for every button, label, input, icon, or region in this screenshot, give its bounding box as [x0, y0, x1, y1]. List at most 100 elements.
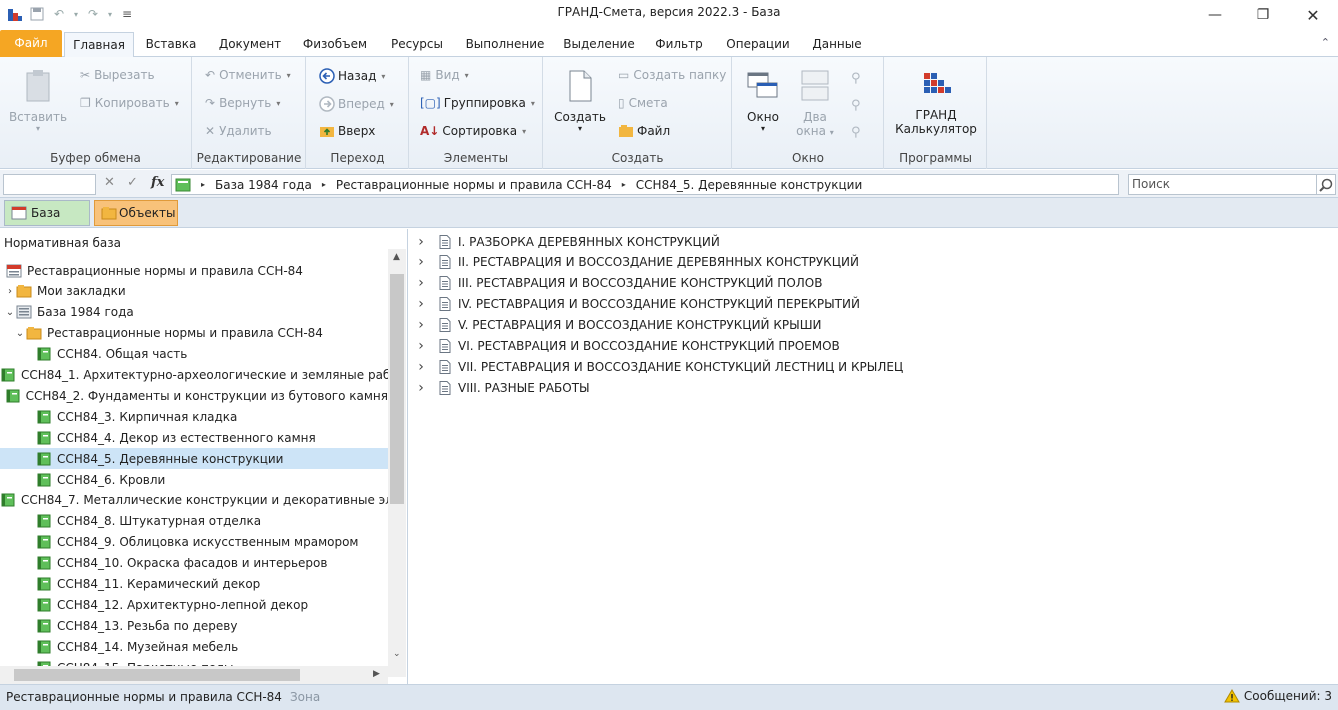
pin-icon[interactable]: ⚲ [851, 119, 861, 146]
section-row[interactable]: › VII. РЕСТАВРАЦИЯ И ВОССОЗДАНИЕ КОНСТУКЦ… [415, 356, 903, 377]
tree-item[interactable]: ССН84_3. Кирпичная кладка [0, 406, 388, 427]
section-row[interactable]: › VI. РЕСТАВРАЦИЯ И ВОССОЗДАНИЕ КОНСТРУКЦ… [415, 336, 840, 357]
tree-item[interactable]: › Мои закладки [0, 281, 388, 302]
tree-item-label: ССН84_3. Кирпичная кладка [57, 409, 238, 424]
breadcrumb-item[interactable]: ССН84_5. Деревянные конструкции [636, 178, 862, 192]
tab-objects[interactable]: Объекты [94, 200, 178, 226]
tab-document[interactable]: Документ [212, 32, 288, 57]
expand-toggle-icon[interactable]: › [415, 338, 427, 354]
grand-calculator-button[interactable]: ГРАНД Калькулятор [891, 71, 981, 136]
tree-item[interactable]: ССН84_7. Металлические конструкции и дек… [0, 490, 388, 511]
close-button[interactable]: ✕ [1290, 0, 1336, 30]
cancel-icon[interactable]: ✕ [104, 175, 115, 190]
tab-physvolume[interactable]: Физобъем [298, 32, 372, 57]
scroll-up-icon[interactable]: ▲ [393, 252, 400, 262]
section-row[interactable]: › III. РЕСТАВРАЦИЯ И ВОССОЗДАНИЕ КОНСТРУК… [415, 273, 822, 294]
expand-toggle-icon[interactable]: › [415, 359, 427, 375]
tree-item[interactable]: ССН84_5. Деревянные конструкции [0, 448, 388, 470]
expand-toggle-icon[interactable]: ⌄ [4, 307, 16, 318]
section-row[interactable]: › II. РЕСТАВРАЦИЯ И ВОССОЗДАНИЕ ДЕРЕВЯННЫ… [415, 252, 859, 273]
paste-button[interactable]: Вставить ▾ [8, 69, 68, 133]
tab-filter[interactable]: Фильтр [650, 32, 708, 57]
redo-button[interactable]: ↷ Вернуть ▾ [205, 96, 280, 110]
name-box[interactable] [3, 174, 96, 195]
pin-icon[interactable]: ⚲ [851, 65, 861, 92]
section-row[interactable]: › I. РАЗБОРКА ДЕРЕВЯННЫХ КОНСТРУКЦИЙ [415, 231, 720, 252]
section-row[interactable]: › IV. РЕСТАВРАЦИЯ И ВОССОЗДАНИЕ КОНСТРУКЦ… [415, 294, 860, 315]
tab-insert[interactable]: Вставка [140, 32, 202, 57]
search-button[interactable] [1316, 174, 1336, 195]
undo-button[interactable]: ↶ Отменить ▾ [205, 68, 291, 82]
section-row[interactable]: › V. РЕСТАВРАЦИЯ И ВОССОЗДАНИЕ КОНСТРУКЦИ… [415, 315, 821, 336]
function-icon[interactable]: fx [151, 175, 164, 190]
confirm-icon[interactable]: ✓ [127, 175, 138, 190]
cut-button[interactable]: ✂ Вырезать [80, 68, 155, 82]
delete-button[interactable]: ✕ Удалить [205, 124, 272, 138]
pin-icon[interactable]: ⚲ [851, 92, 861, 119]
tree-item[interactable]: Реставрационные нормы и правила ССН-84 [0, 260, 388, 281]
minimize-button[interactable]: — [1192, 0, 1238, 30]
tree-item[interactable]: ССН84_6. Кровли [0, 469, 388, 490]
create-button[interactable]: Создать ▾ [550, 69, 610, 133]
expand-toggle-icon[interactable]: › [415, 317, 427, 333]
breadcrumb: ▸ База 1984 года ▸ Реставрационные нормы… [171, 174, 1119, 195]
two-windows-button[interactable]: Два окна ▾ [793, 69, 837, 138]
tree-item[interactable]: ССН84_13. Резьба по дереву [0, 615, 388, 636]
section-row[interactable]: › VIII. РАЗНЫЕ РАБОТЫ [415, 377, 589, 398]
tree-item[interactable]: ⌄ Реставрационные нормы и правила ССН-84 [0, 323, 388, 344]
tab-data[interactable]: Данные [808, 32, 866, 57]
database-icon [6, 264, 22, 277]
copy-button[interactable]: ❐ Копировать ▾ [80, 96, 179, 110]
tree-item[interactable]: ССН84_9. Облицовка искусственным мраморо… [0, 532, 388, 553]
tree-item[interactable]: ССН84. Общая часть [0, 344, 388, 365]
scroll-down-icon[interactable]: ⌄ [393, 649, 401, 659]
tree-item[interactable]: ССН84_12. Архитектурно-лепной декор [0, 594, 388, 615]
search-input[interactable]: Поиск [1128, 174, 1318, 195]
sorting-button[interactable]: A↓ Сортировка ▾ [420, 124, 526, 138]
grouping-button[interactable]: [▢] Группировка ▾ [420, 96, 535, 110]
tree-item[interactable]: ССН84_11. Керамический декор [0, 574, 388, 595]
create-folder-button[interactable]: ▭ Создать папку [618, 68, 726, 82]
tab-selection[interactable]: Выделение [560, 32, 638, 57]
back-button[interactable]: Назад ▾ [319, 68, 385, 84]
scroll-right-icon[interactable]: ▶ [373, 669, 380, 679]
tab-execution[interactable]: Выполнение [462, 32, 548, 57]
tab-base[interactable]: База [4, 200, 90, 226]
tab-file[interactable]: Файл [0, 30, 62, 57]
up-button[interactable]: Вверх [319, 124, 375, 138]
scroll-thumb[interactable] [390, 274, 404, 504]
expand-toggle-icon[interactable]: › [415, 254, 427, 270]
breadcrumb-item[interactable]: Реставрационные нормы и правила ССН-84 [336, 178, 612, 192]
collapse-ribbon-icon[interactable]: ⌃ [1321, 36, 1330, 49]
view-button[interactable]: ▦ Вид ▾ [420, 68, 469, 82]
tree-vertical-scrollbar[interactable]: ▲ ⌄ [388, 249, 406, 677]
tree-item[interactable]: ССН84_1. Архитектурно-археологические и … [0, 365, 388, 386]
expand-toggle-icon[interactable]: › [415, 296, 427, 312]
expand-toggle-icon[interactable]: ⌄ [14, 328, 26, 339]
maximize-button[interactable]: ❐ [1240, 0, 1286, 30]
tree-item[interactable]: ССН84_4. Декор из естественного камня [0, 427, 388, 448]
messages-indicator[interactable]: Сообщений: 3 [1224, 689, 1332, 703]
tree-horizontal-scrollbar[interactable]: ▶ [0, 666, 388, 684]
expand-toggle-icon[interactable]: › [4, 286, 16, 297]
scroll-thumb[interactable] [14, 669, 300, 681]
tree-item[interactable]: ССН84_2. Фундаменты и конструкции из бут… [0, 385, 388, 406]
file-button[interactable]: Файл [618, 124, 670, 138]
tab-home[interactable]: Главная [64, 32, 134, 59]
expand-toggle-icon[interactable]: › [415, 234, 427, 250]
estimate-button[interactable]: ▯ Смета [618, 96, 668, 110]
tree-item-label: ССН84_6. Кровли [57, 472, 166, 487]
expand-toggle-icon[interactable]: › [415, 275, 427, 291]
expand-toggle-icon[interactable]: › [415, 380, 427, 396]
breadcrumb-item[interactable]: База 1984 года [215, 178, 312, 192]
sections-list: › I. РАЗБОРКА ДЕРЕВЯННЫХ КОНСТРУКЦИЙ › II. … [409, 229, 1338, 684]
tree-item[interactable]: ССН84_8. Штукатурная отделка [0, 511, 388, 532]
tree-item[interactable]: ССН84_14. Музейная мебель [0, 636, 388, 657]
tab-operations[interactable]: Операции [720, 32, 796, 57]
tree-item[interactable]: ⌄ База 1984 года [0, 302, 388, 323]
forward-button[interactable]: Вперед ▾ [319, 96, 394, 112]
section-label: III. РЕСТАВРАЦИЯ И ВОССОЗДАНИЕ КОНСТРУКЦ… [458, 276, 823, 291]
tab-resources[interactable]: Ресурсы [384, 32, 450, 57]
window-button[interactable]: Окно ▾ [739, 69, 787, 133]
tree-item[interactable]: ССН84_10. Окраска фасадов и интерьеров [0, 553, 388, 574]
